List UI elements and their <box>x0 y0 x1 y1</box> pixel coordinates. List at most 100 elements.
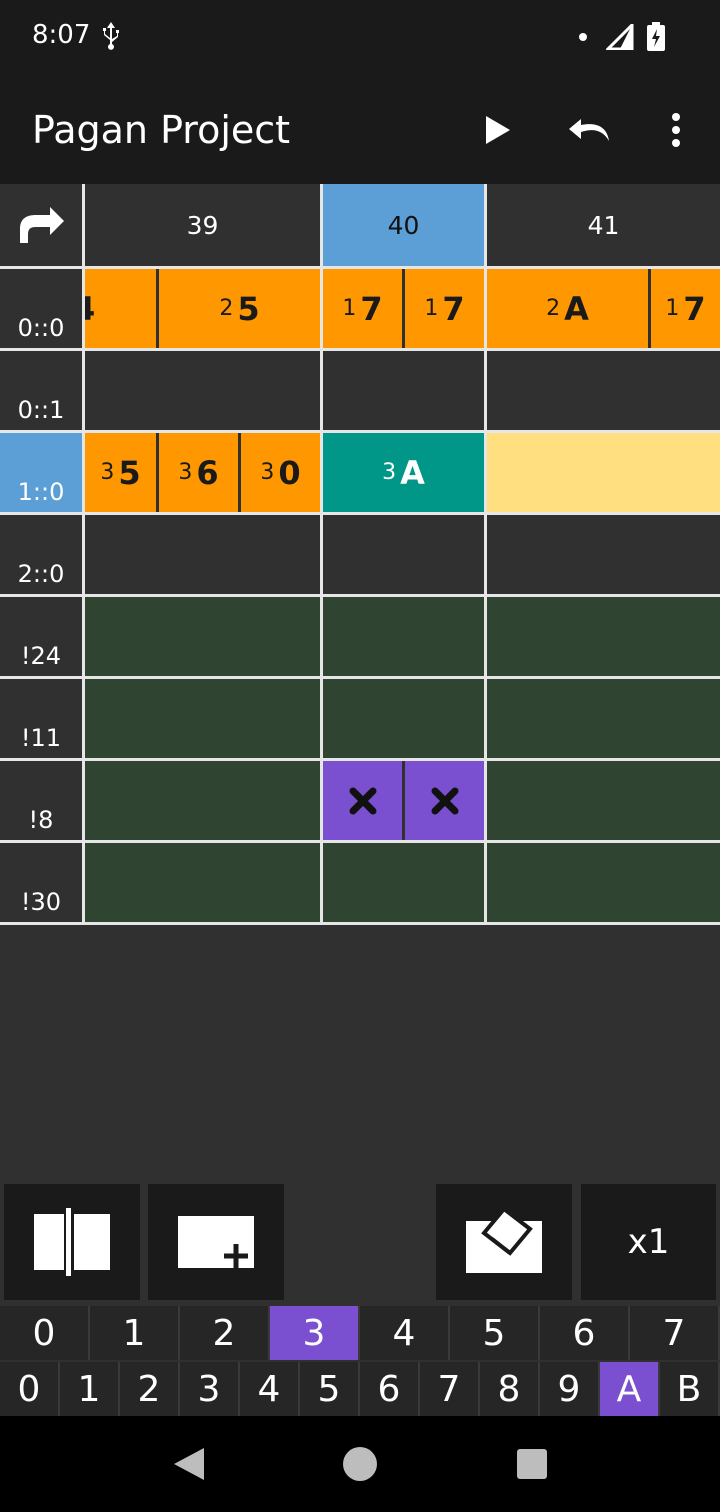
value-key-7[interactable]: 7 <box>420 1362 480 1416</box>
undo-icon <box>569 119 609 141</box>
usb-icon <box>100 20 122 57</box>
erase-button[interactable] <box>436 1184 572 1300</box>
percussion-cell[interactable] <box>85 679 320 758</box>
octave-key-4[interactable]: 4 <box>360 1306 450 1360</box>
row-label-perc-30[interactable]: !30 <box>0 843 82 922</box>
note-cell[interactable]: 35 <box>85 433 156 512</box>
empty-cell[interactable] <box>85 515 320 594</box>
note-cell[interactable]: 17 <box>405 269 484 348</box>
battery-icon <box>646 22 666 57</box>
app-bar: Pagan Project <box>0 76 720 184</box>
column-header-40[interactable]: 40 <box>323 184 484 266</box>
percussion-cell[interactable] <box>85 597 320 676</box>
octave-key-0[interactable]: 0 <box>0 1306 90 1360</box>
insert-icon <box>178 1216 254 1268</box>
note-cell[interactable]: 17 <box>323 269 402 348</box>
percussion-cell[interactable] <box>85 761 320 840</box>
percussion-cell[interactable] <box>323 597 484 676</box>
percussion-cell[interactable] <box>487 597 720 676</box>
row-label-2-0[interactable]: 2::0 <box>0 515 82 594</box>
percussion-cell[interactable] <box>487 761 720 840</box>
play-icon <box>486 116 510 144</box>
octave-key-6[interactable]: 6 <box>540 1306 630 1360</box>
overflow-menu-button[interactable] <box>652 106 700 154</box>
grid-line <box>484 184 487 925</box>
octave-key-7[interactable]: 7 <box>630 1306 720 1360</box>
home-icon[interactable] <box>342 1446 378 1482</box>
grid-line <box>0 840 720 843</box>
split-icon <box>34 1208 110 1276</box>
value-key-9[interactable]: 9 <box>540 1362 600 1416</box>
split-button[interactable] <box>4 1184 140 1300</box>
grid-line <box>82 184 85 925</box>
row-label-perc-8[interactable]: !8 <box>0 761 82 840</box>
note-cell[interactable]: 2A <box>487 269 648 348</box>
octave-key-2[interactable]: 2 <box>180 1306 270 1360</box>
value-key-0[interactable]: 0 <box>0 1362 60 1416</box>
empty-cell[interactable] <box>85 351 320 430</box>
value-key-5[interactable]: 5 <box>300 1362 360 1416</box>
app-title: Pagan Project <box>32 108 291 152</box>
value-key-B[interactable]: B <box>660 1362 720 1416</box>
notification-dot-icon <box>579 33 587 41</box>
empty-cell[interactable] <box>323 351 484 430</box>
row-label-perc-24[interactable]: !24 <box>0 597 82 676</box>
octave-key-1[interactable]: 1 <box>90 1306 180 1360</box>
value-selector: 0 1 2 3 4 5 6 7 8 9 A B <box>0 1362 720 1416</box>
empty-cell[interactable] <box>487 515 720 594</box>
percussion-hit-cell[interactable] <box>405 761 484 840</box>
percussion-hit-cell[interactable] <box>323 761 402 840</box>
percussion-cell[interactable] <box>323 679 484 758</box>
system-nav-bar <box>0 1416 720 1512</box>
column-header-41[interactable]: 41 <box>487 184 720 266</box>
grid-line <box>0 922 720 925</box>
value-key-3[interactable]: 3 <box>180 1362 240 1416</box>
value-key-4[interactable]: 4 <box>240 1362 300 1416</box>
insert-button[interactable] <box>148 1184 284 1300</box>
repeat-multiplier-button[interactable]: x1 <box>581 1184 716 1300</box>
percussion-cell[interactable] <box>85 843 320 922</box>
grid-line <box>0 430 720 433</box>
value-key-A[interactable]: A <box>600 1362 660 1416</box>
percussion-cell[interactable] <box>487 679 720 758</box>
column-header-39[interactable]: 39 <box>85 184 320 266</box>
project-grid: 39 40 41 0::0 0::1 1::0 2::0 !24 !11 !8 … <box>0 184 720 926</box>
octave-key-3[interactable]: 3 <box>270 1306 360 1360</box>
row-label-0-0[interactable]: 0::0 <box>0 269 82 348</box>
note-cell-selected[interactable]: 3A <box>323 433 484 512</box>
note-cell[interactable]: 30 <box>241 433 320 512</box>
more-vert-icon <box>672 113 680 147</box>
status-bar: 8:07 <box>0 0 720 76</box>
octave-key-5[interactable]: 5 <box>450 1306 540 1360</box>
value-key-6[interactable]: 6 <box>360 1362 420 1416</box>
row-label-1-0[interactable]: 1::0 <box>0 433 82 512</box>
eraser-icon <box>466 1209 542 1273</box>
linked-cell[interactable] <box>487 433 720 512</box>
grid-line <box>0 266 720 269</box>
value-key-8[interactable]: 8 <box>480 1362 540 1416</box>
row-label-0-1[interactable]: 0::1 <box>0 351 82 430</box>
grid-line <box>0 758 720 761</box>
signal-icon <box>604 21 634 55</box>
percussion-cell[interactable] <box>487 843 720 922</box>
row-label-perc-11[interactable]: !11 <box>0 679 82 758</box>
cross-icon <box>431 787 458 814</box>
recents-icon[interactable] <box>516 1448 548 1480</box>
grid-line <box>0 676 720 679</box>
octave-selector: 0 1 2 3 4 5 6 7 <box>0 1306 720 1360</box>
grid-line <box>0 348 720 351</box>
back-icon[interactable] <box>172 1446 206 1482</box>
note-cell[interactable]: 17 <box>651 269 720 348</box>
note-cell[interactable]: 25 <box>159 269 320 348</box>
row-link-button[interactable] <box>0 184 82 266</box>
play-button[interactable] <box>474 106 522 154</box>
note-cell[interactable]: 36 <box>159 433 238 512</box>
undo-button[interactable] <box>566 106 614 154</box>
percussion-cell[interactable] <box>323 843 484 922</box>
value-key-2[interactable]: 2 <box>120 1362 180 1416</box>
status-time: 8:07 <box>32 20 91 50</box>
note-cell[interactable]: 4 <box>85 269 156 348</box>
value-key-1[interactable]: 1 <box>60 1362 120 1416</box>
empty-cell[interactable] <box>323 515 484 594</box>
empty-cell[interactable] <box>487 351 720 430</box>
